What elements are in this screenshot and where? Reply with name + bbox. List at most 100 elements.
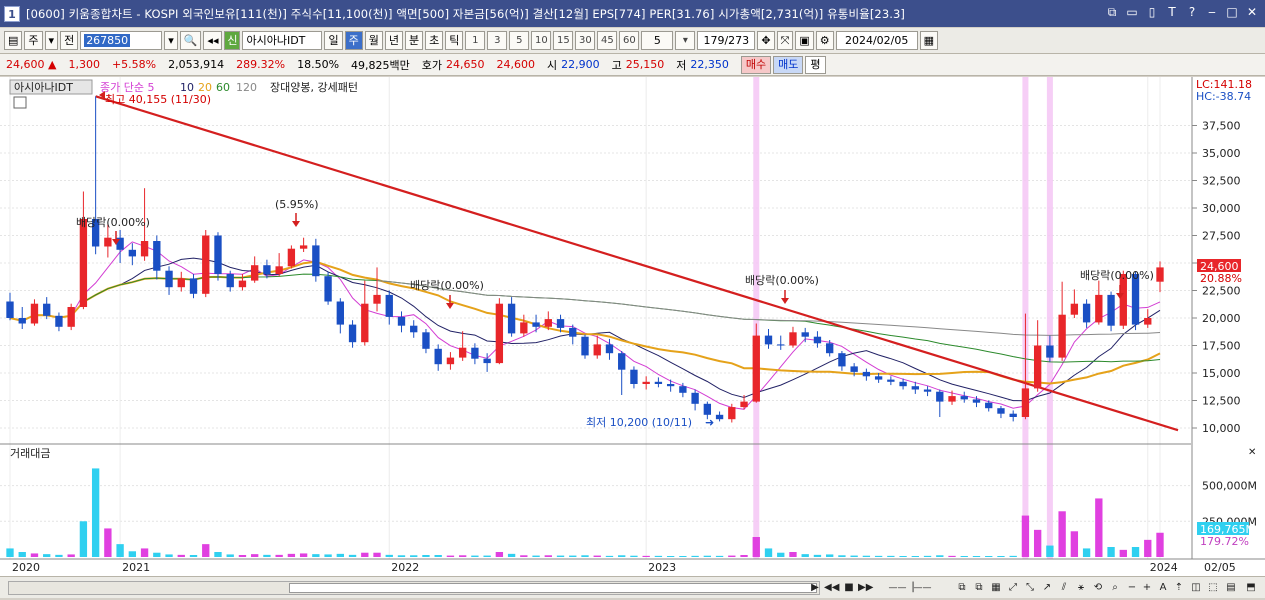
crosshair-icon[interactable]: ✥ bbox=[757, 31, 775, 50]
chart-area[interactable]: 37,50035,00032,50030,00027,50025,00022,5… bbox=[0, 77, 1265, 576]
sell-button[interactable]: 매도 bbox=[773, 55, 804, 74]
plus-icon[interactable]: + bbox=[1140, 581, 1154, 595]
candle-body bbox=[1082, 303, 1091, 323]
restore-icon[interactable]: ▭ bbox=[1125, 5, 1139, 19]
draw-line-icon[interactable]: ⤢ bbox=[1006, 581, 1020, 595]
scroll-thumb[interactable] bbox=[289, 583, 817, 593]
grid-icon[interactable]: ▦ bbox=[989, 581, 1003, 595]
zoom-out-icon[interactable]: − bbox=[1125, 581, 1139, 595]
font-icon[interactable]: T bbox=[1165, 5, 1179, 19]
volume-bar bbox=[275, 554, 283, 557]
table-icon[interactable] bbox=[13, 96, 27, 109]
rewind-icon[interactable]: ◀◀ bbox=[824, 581, 839, 595]
tab-day[interactable]: 일 bbox=[324, 31, 343, 50]
minute-value-select[interactable]: 5 bbox=[641, 31, 674, 50]
price-chart[interactable]: 37,50035,00032,50030,00027,50025,00022,5… bbox=[0, 77, 1265, 576]
volume-bar bbox=[336, 553, 344, 557]
tool-icon[interactable]: ⤧ bbox=[776, 31, 794, 50]
scroll-right-icon[interactable]: ▶ bbox=[808, 581, 822, 595]
size-up-icon[interactable]: ⇡ bbox=[1172, 581, 1186, 595]
dividend-annotation-4: 배당락(0.00%) bbox=[1080, 269, 1154, 282]
stock-name-field[interactable]: 아시아나IDT bbox=[242, 31, 323, 50]
period-mode-select[interactable]: 주 bbox=[24, 31, 43, 50]
close-icon[interactable]: ✕ bbox=[1245, 5, 1259, 19]
volume-tick-label: 500,000M bbox=[1202, 480, 1257, 493]
draw-trend-icon[interactable]: ⤡ bbox=[1023, 581, 1037, 595]
minute-option-10[interactable]: 10 bbox=[531, 31, 552, 50]
minute-option-45[interactable]: 45 bbox=[597, 31, 618, 50]
tab-second[interactable]: 초 bbox=[425, 31, 444, 50]
split-icon[interactable]: ⧉ bbox=[955, 581, 969, 595]
minute-option-15[interactable]: 15 bbox=[553, 31, 574, 50]
search-icon[interactable]: 🔍 bbox=[179, 31, 202, 50]
magnet-icon[interactable]: ⟲ bbox=[1091, 581, 1105, 595]
tab-week[interactable]: 주 bbox=[344, 31, 363, 50]
stock-code-input[interactable]: 267850 bbox=[80, 31, 163, 50]
volume-bar bbox=[287, 553, 296, 557]
candle-body bbox=[850, 366, 858, 372]
signal-band bbox=[753, 77, 760, 559]
help-icon[interactable]: ? bbox=[1185, 5, 1199, 19]
overlay-icon[interactable]: ⧉ bbox=[972, 581, 986, 595]
volume-bar bbox=[6, 548, 14, 557]
minute-dropdown-icon[interactable]: ▾ bbox=[675, 31, 696, 50]
date-field[interactable]: 2024/02/05 bbox=[835, 31, 918, 50]
eval-button[interactable]: 평 bbox=[805, 55, 826, 74]
chart-scrollbar[interactable]: ▶ ◀◀ ■ ▶▶ ——▕—— ⧉ ⧉ ▦ ⤢ ⤡ ↗ ⫽ ⚹ ⟲ ⌕ − + … bbox=[0, 576, 1265, 598]
save-icon[interactable]: ▣ bbox=[795, 31, 814, 50]
volume-bar bbox=[997, 556, 1005, 557]
candle-body bbox=[1107, 294, 1115, 326]
prev-button[interactable]: 전 bbox=[60, 31, 79, 50]
tab-minute[interactable]: 분 bbox=[404, 31, 424, 50]
volume-bars bbox=[6, 468, 1164, 557]
minimize-icon[interactable]: ‒ bbox=[1205, 5, 1219, 19]
volume-bar bbox=[985, 556, 993, 557]
pin-icon[interactable]: ▯ bbox=[1145, 5, 1159, 19]
minute-option-3[interactable]: 3 bbox=[487, 31, 508, 50]
chart-menu-icon[interactable]: ▤ bbox=[1224, 581, 1238, 595]
draw-channel-icon[interactable]: ⫽ bbox=[1057, 581, 1071, 595]
maximize-icon[interactable]: □ bbox=[1225, 5, 1239, 19]
pane-close-icon[interactable]: ✕ bbox=[1248, 447, 1256, 458]
volume-bar bbox=[715, 555, 724, 557]
tab-month[interactable]: 월 bbox=[364, 31, 383, 50]
speaker-icon[interactable]: ◂◂ bbox=[203, 31, 223, 50]
app-icon[interactable]: 1 bbox=[4, 5, 20, 22]
volume-bar bbox=[410, 555, 418, 557]
settings-icon[interactable]: ⚙ bbox=[815, 31, 834, 50]
chevron-down-icon[interactable]: ▾ bbox=[44, 31, 59, 50]
volume-bar bbox=[948, 555, 956, 557]
layout-icon[interactable]: ▤ bbox=[4, 31, 23, 50]
buy-button[interactable]: 매수 bbox=[740, 55, 772, 74]
code-dropdown-icon[interactable]: ▾ bbox=[164, 31, 178, 50]
tab-year[interactable]: 년 bbox=[384, 31, 403, 50]
fibonacci-icon[interactable]: ⚹ bbox=[1074, 581, 1088, 595]
stop-icon[interactable]: ■ bbox=[842, 581, 856, 595]
text-tool-icon[interactable]: A bbox=[1156, 581, 1170, 595]
fast-forward-icon[interactable]: ▶▶ bbox=[858, 581, 873, 595]
ruler-icon[interactable]: ◫ bbox=[1189, 581, 1203, 595]
candle-body bbox=[630, 369, 638, 384]
turnover: 18.50% bbox=[297, 58, 340, 71]
minute-option-1[interactable]: 1 bbox=[465, 31, 486, 50]
minute-option-30[interactable]: 30 bbox=[575, 31, 596, 50]
dividend-annotation-3: 배당락(0.00%) bbox=[745, 274, 819, 287]
candle-body bbox=[79, 219, 88, 307]
zoom-in-icon[interactable]: ⌕ bbox=[1108, 581, 1122, 595]
tile-icon[interactable]: ⧉ bbox=[1105, 5, 1119, 19]
candle-body bbox=[605, 344, 614, 354]
fit-icon[interactable]: ⬚ bbox=[1206, 581, 1220, 595]
minute-option-60[interactable]: 60 bbox=[619, 31, 640, 50]
volume-bar bbox=[813, 554, 822, 557]
zoom-slider[interactable]: ——▕—— bbox=[880, 581, 940, 595]
collapse-icon[interactable]: ⬒ bbox=[1244, 581, 1258, 595]
draw-ray-icon[interactable]: ↗ bbox=[1040, 581, 1054, 595]
minute-option-5[interactable]: 5 bbox=[509, 31, 530, 50]
calendar-icon[interactable]: ▦ bbox=[919, 31, 939, 50]
volume-bar bbox=[1009, 555, 1017, 557]
candle-body bbox=[936, 391, 944, 402]
scroll-track[interactable] bbox=[8, 581, 820, 595]
tab-tick[interactable]: 틱 bbox=[445, 31, 464, 50]
price-tick-label: 27,500 bbox=[1202, 230, 1241, 243]
data-count-field[interactable]: 179/273 bbox=[697, 31, 756, 50]
